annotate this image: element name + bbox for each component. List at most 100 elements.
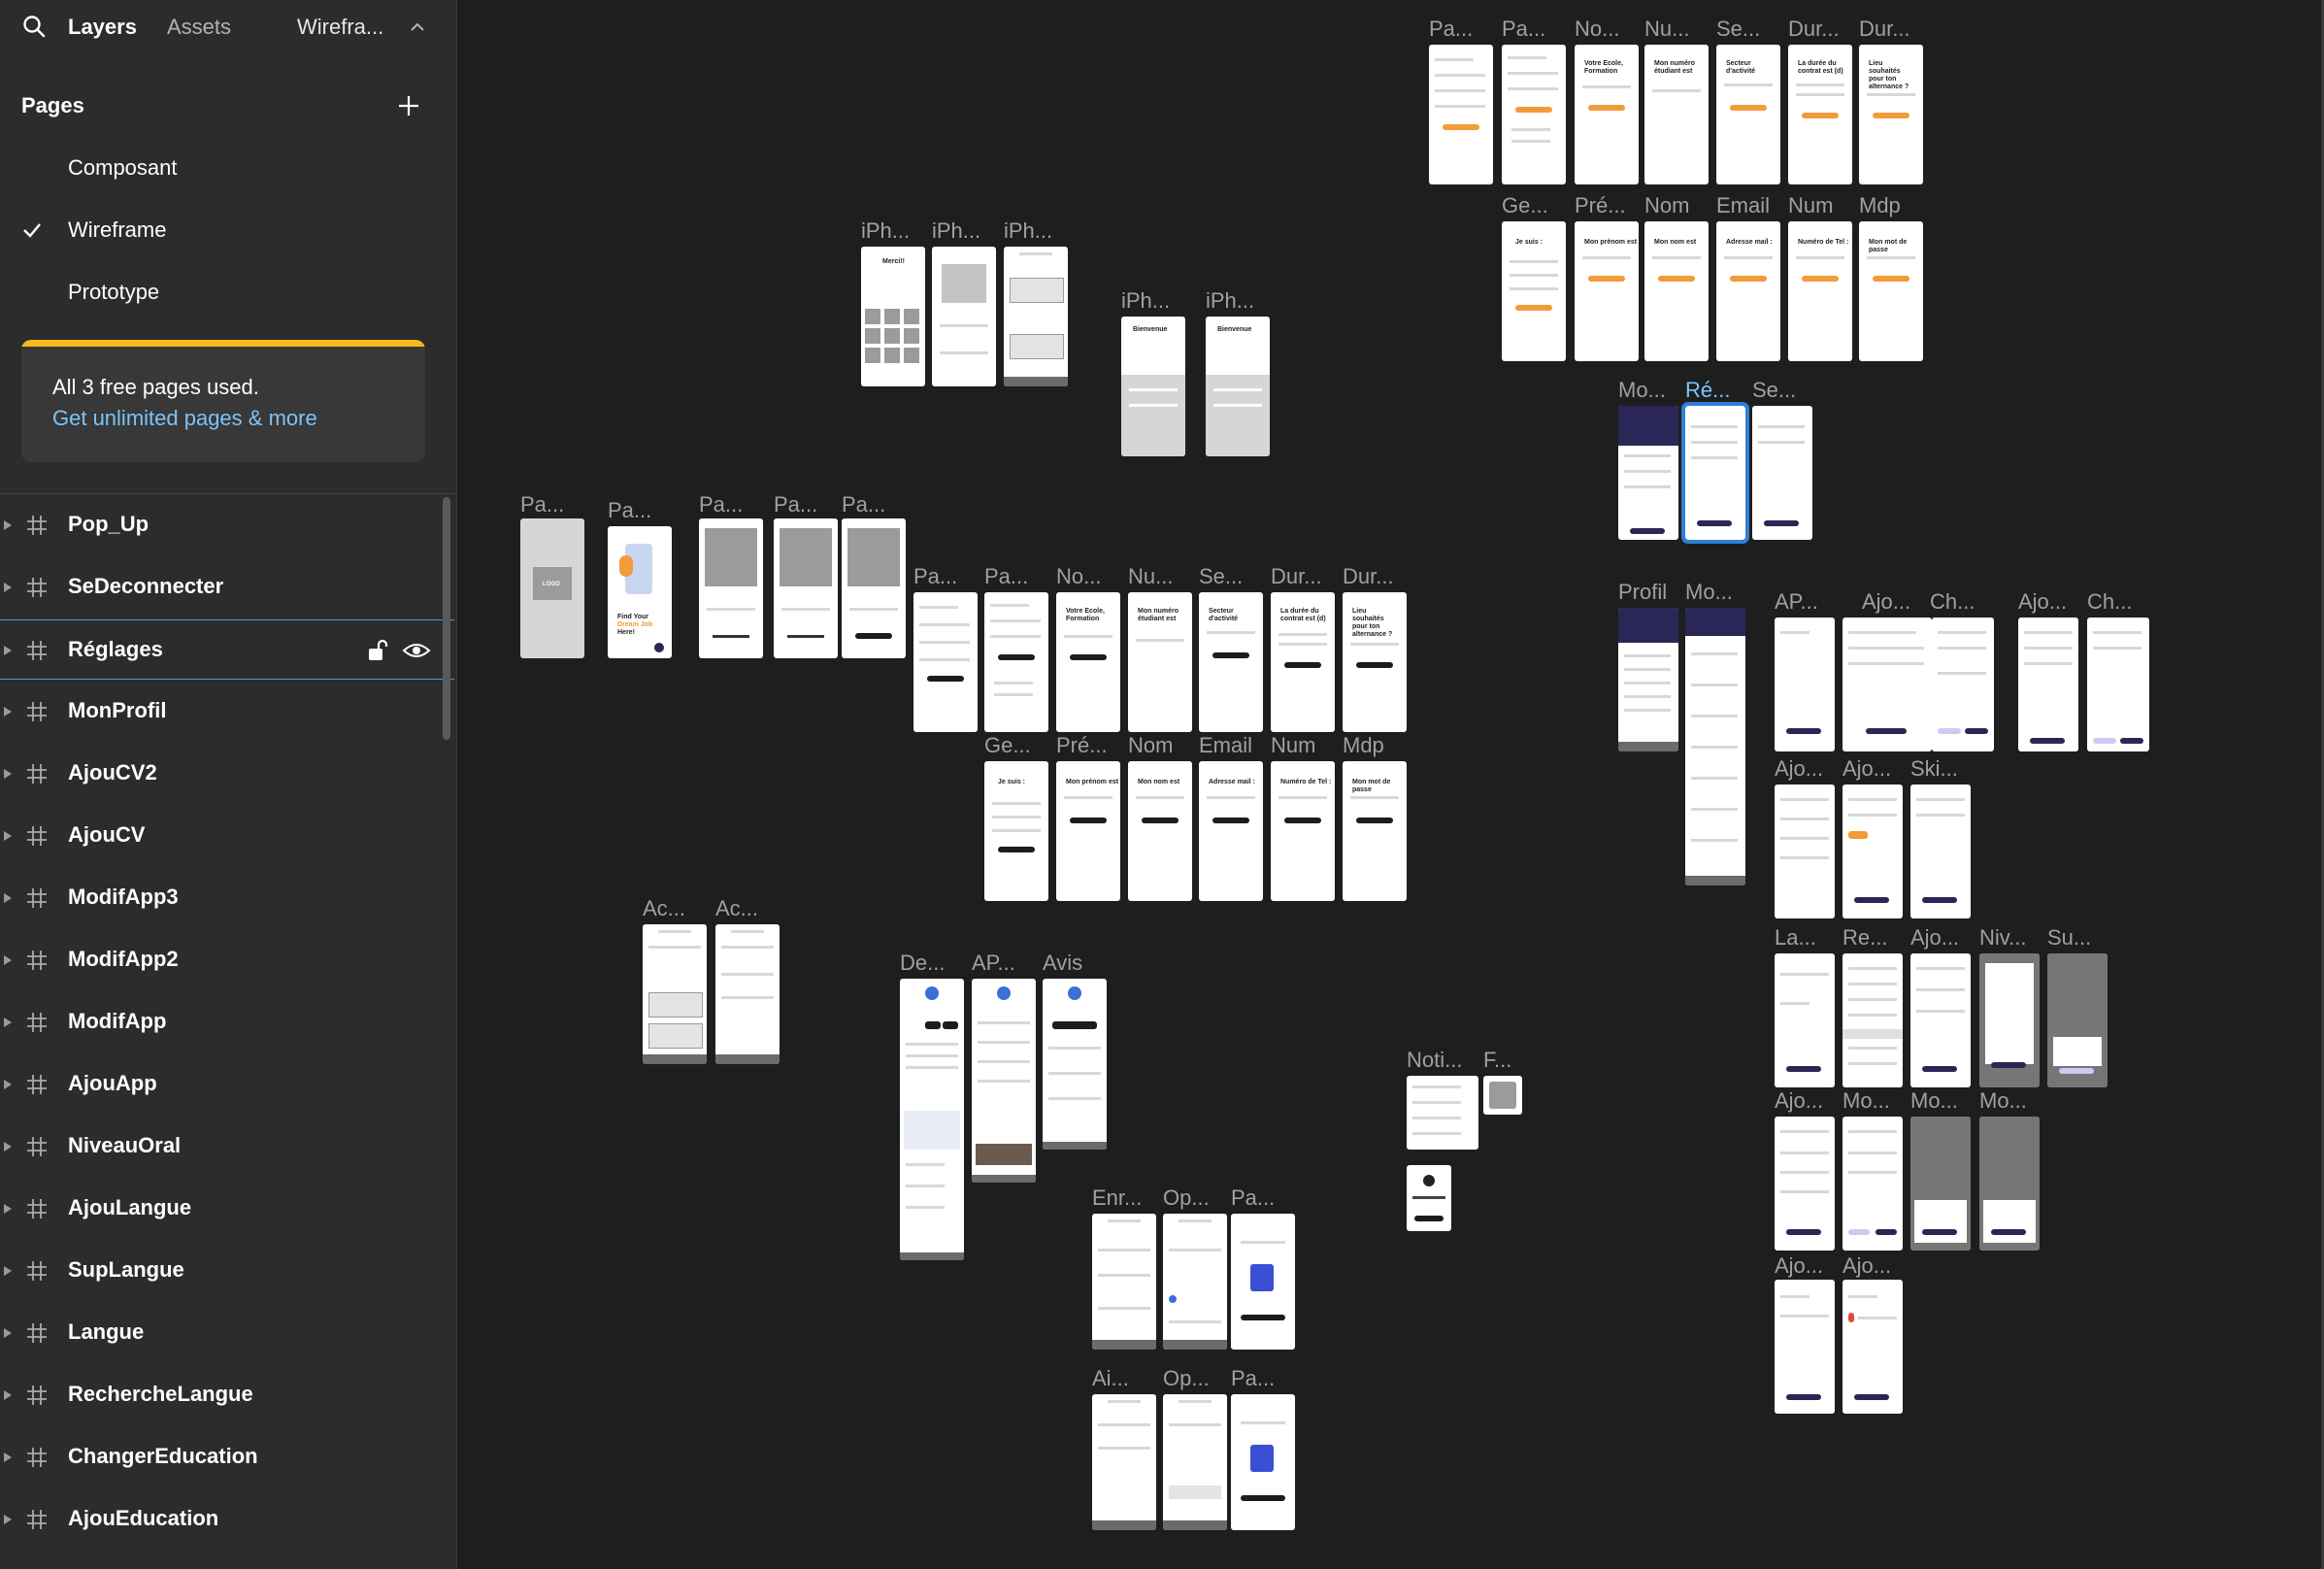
- splash-frame[interactable]: LOGO: [520, 518, 584, 658]
- wireframe-frame[interactable]: [1618, 406, 1678, 540]
- wireframe-frame[interactable]: [2018, 618, 2078, 751]
- layer-row[interactable]: ChangerEducation: [0, 1427, 454, 1487]
- caret-right-icon[interactable]: [2, 517, 14, 534]
- frame-label[interactable]: La...: [1775, 926, 1816, 950]
- frame-label[interactable]: Pa...: [774, 493, 817, 517]
- frame-label[interactable]: Enr...: [1092, 1186, 1142, 1210]
- caret-right-icon[interactable]: [2, 1014, 14, 1031]
- wireframe-frame[interactable]: [1004, 247, 1068, 386]
- profil-frame[interactable]: [1618, 608, 1678, 751]
- reglages-frame[interactable]: [1681, 402, 1749, 544]
- frame-label[interactable]: Pré...: [1056, 734, 1108, 757]
- notification-frame[interactable]: [1407, 1076, 1478, 1150]
- wireframe-frame[interactable]: [984, 592, 1048, 732]
- layer-row[interactable]: ModifApp2: [0, 930, 454, 990]
- wireframe-frame[interactable]: [1910, 784, 1971, 918]
- frame-label[interactable]: Op...: [1163, 1186, 1210, 1210]
- layer-row[interactable]: NiveauOral: [0, 1117, 454, 1177]
- frame-label[interactable]: Mdp: [1343, 734, 1384, 757]
- frame-label[interactable]: Dur...: [1859, 17, 1910, 41]
- wireframe-frame[interactable]: [1843, 784, 1903, 918]
- frame-label[interactable]: Ajo...: [1775, 757, 1823, 781]
- caret-right-icon[interactable]: [2, 827, 14, 845]
- caret-right-icon[interactable]: [2, 1449, 14, 1466]
- tab-layers[interactable]: Layers: [68, 14, 137, 41]
- caret-right-icon[interactable]: [2, 765, 14, 783]
- frame-label[interactable]: Ac...: [643, 897, 685, 920]
- wireframe-frame[interactable]: Merci!!: [861, 247, 925, 386]
- layer-row[interactable]: RechercheLangue: [0, 1365, 454, 1425]
- layer-row[interactable]: SeDeconnecter: [0, 557, 454, 618]
- wireframe-frame[interactable]: [1163, 1214, 1227, 1350]
- frame-label[interactable]: Ski...: [1910, 757, 1958, 781]
- caret-right-icon[interactable]: [2, 703, 14, 720]
- wireframe-frame[interactable]: La durée du contrat est (d): [1271, 592, 1335, 732]
- frame-label[interactable]: Avis: [1043, 951, 1082, 975]
- frame-label[interactable]: Pa...: [1429, 17, 1473, 41]
- frame-label[interactable]: Niv...: [1979, 926, 2026, 950]
- wireframe-frame[interactable]: [1163, 1394, 1227, 1530]
- wireframe-frame[interactable]: [1979, 953, 2040, 1087]
- wireframe-frame[interactable]: [1775, 1280, 1835, 1414]
- layer-row[interactable]: AjouApp: [0, 1054, 454, 1115]
- wireframe-frame[interactable]: Mon nom est: [1128, 761, 1192, 901]
- wireframe-frame[interactable]: Lieu souhaités pour ton alternance ?: [1859, 45, 1923, 184]
- wireframe-frame[interactable]: [1979, 1117, 2040, 1251]
- frame-label[interactable]: Ch...: [2087, 590, 2132, 614]
- wireframe-frame[interactable]: [1775, 784, 1835, 918]
- plus-icon[interactable]: [396, 93, 421, 118]
- frame-label[interactable]: Ajo...: [1910, 926, 1959, 950]
- frame-label[interactable]: Pa...: [1231, 1186, 1275, 1210]
- frame-label[interactable]: Ge...: [1502, 194, 1548, 217]
- frame-label[interactable]: Pa...: [1231, 1367, 1275, 1390]
- frame-label[interactable]: Pré...: [1575, 194, 1626, 217]
- caret-right-icon[interactable]: [2, 889, 14, 907]
- frame-label[interactable]: Ch...: [1930, 590, 1975, 614]
- frame-label[interactable]: iPh...: [1004, 219, 1052, 243]
- frame-label[interactable]: Dur...: [1788, 17, 1840, 41]
- frame-label[interactable]: Ajo...: [2018, 590, 2067, 614]
- wireframe-frame[interactable]: Bienvenue: [1206, 317, 1270, 456]
- layer-row[interactable]: Réglages: [0, 619, 454, 680]
- wireframe-frame[interactable]: [715, 924, 780, 1064]
- upgrade-link[interactable]: Get unlimited pages & more: [52, 406, 317, 431]
- frame-label[interactable]: Ge...: [984, 734, 1031, 757]
- caret-right-icon[interactable]: [2, 1386, 14, 1404]
- wireframe-frame[interactable]: Bienvenue: [1121, 317, 1185, 456]
- frame-label[interactable]: Se...: [1716, 17, 1760, 41]
- page-item-wireframe[interactable]: Wireframe: [68, 217, 166, 243]
- wireframe-frame[interactable]: [1407, 1165, 1451, 1231]
- frame-label[interactable]: Mo...: [1618, 379, 1666, 402]
- frame-label[interactable]: Num: [1788, 194, 1833, 217]
- wireframe-frame[interactable]: Votre Ecole, Formation: [1575, 45, 1639, 184]
- frame-label[interactable]: Mdp: [1859, 194, 1901, 217]
- wireframe-frame[interactable]: Mon prénom est: [1056, 761, 1120, 901]
- frame-label[interactable]: Num: [1271, 734, 1315, 757]
- frame-label[interactable]: Nu...: [1128, 565, 1173, 588]
- wireframe-frame[interactable]: [1910, 953, 1971, 1087]
- frame-label[interactable]: Mo...: [1843, 1089, 1890, 1113]
- wireframe-frame[interactable]: [1775, 618, 1835, 751]
- frame-label[interactable]: Mo...: [1979, 1089, 2027, 1113]
- scrollbar[interactable]: [443, 497, 450, 740]
- frame-label[interactable]: Mo...: [1685, 581, 1733, 604]
- frame-label[interactable]: F...: [1483, 1049, 1511, 1072]
- wireframe-frame[interactable]: Lieu souhaités pour ton alternance ?: [1343, 592, 1407, 732]
- wireframe-frame[interactable]: Adresse mail :: [1716, 221, 1780, 361]
- wireframe-frame[interactable]: [1843, 953, 1903, 1087]
- frame-label[interactable]: De...: [900, 951, 945, 975]
- wireframe-frame[interactable]: [1502, 45, 1566, 184]
- wireframe-frame[interactable]: Mon prénom est: [1575, 221, 1639, 361]
- frame-label[interactable]: Email: [1716, 194, 1770, 217]
- frame-label[interactable]: Nu...: [1644, 17, 1689, 41]
- wireframe-frame[interactable]: Numéro de Tel :: [1271, 761, 1335, 901]
- wireframe-frame[interactable]: [1231, 1214, 1295, 1350]
- frame-label[interactable]: Nom: [1644, 194, 1689, 217]
- wireframe-frame[interactable]: [1043, 979, 1107, 1150]
- frame-label[interactable]: iPh...: [861, 219, 910, 243]
- file-pages-menu[interactable]: Wirefra...: [297, 14, 383, 41]
- frame-label[interactable]: Se...: [1752, 379, 1796, 402]
- wireframe-frame[interactable]: Mon mot de passe: [1859, 221, 1923, 361]
- wireframe-frame[interactable]: Secteur d'activité: [1199, 592, 1263, 732]
- frame-label[interactable]: Ajo...: [1775, 1254, 1823, 1278]
